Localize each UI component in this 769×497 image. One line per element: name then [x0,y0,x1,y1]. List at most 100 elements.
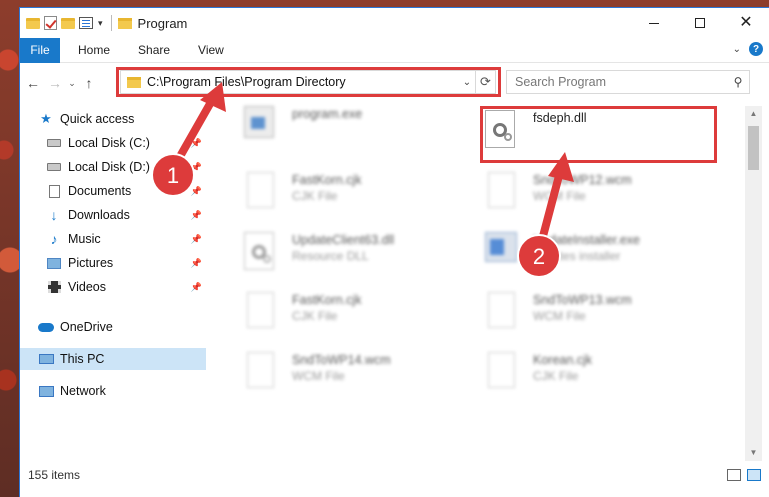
cloud-icon [38,322,54,332]
file-icon [247,352,274,388]
title-separator [110,15,112,31]
forward-button[interactable]: → [44,75,66,91]
pin-icon[interactable]: 📌 [191,234,202,245]
pin-icon[interactable]: 📌 [191,282,202,293]
close-button[interactable]: ✕ [723,8,769,38]
dll-icon [244,232,274,270]
exe-icon [244,106,274,138]
sidebar-item-music[interactable]: ♪ Music 📌 [46,228,206,250]
window-title: Program [137,15,188,31]
sidebar-item-label: Pictures [68,256,114,270]
address-path[interactable]: C:\Program Files\Program Directory [147,75,459,89]
file-name: FastKorn.cjk [292,293,362,307]
item-count: 155 items [28,468,81,482]
file-item[interactable]: UpdateInstaller.exe updates installer [485,232,725,282]
pin-icon[interactable]: 📌 [191,138,202,149]
file-name: SndToWP14.wcm [292,353,391,367]
sidebar-item-label: Quick access [60,112,135,126]
address-bar[interactable]: C:\Program Files\Program Directory ⌄ ⟳ [120,70,496,94]
pin-icon[interactable]: 📌 [191,186,202,197]
search-input[interactable]: Search Program [507,75,727,89]
search-icon[interactable]: ⚲ [727,75,749,89]
scroll-up-icon[interactable]: ▲ [745,106,762,122]
videos-icon [47,281,61,293]
tab-file[interactable]: File [20,37,60,63]
tab-share[interactable]: Share [124,38,184,63]
file-item[interactable]: UpdateClient63.dll Resource DLL [244,232,484,282]
minimize-button[interactable] [631,8,677,38]
details-view-icon[interactable] [727,469,741,481]
file-name: Korean.cjk [533,353,593,367]
navigation-pane: ★ Quick access Local Disk (C:) 📌 Local D… [20,106,208,461]
minimize-icon [649,22,659,24]
file-icon [488,292,515,328]
customize-toolbar-icon[interactable]: ▾ [98,18,103,29]
star-icon: ★ [40,111,52,126]
scroll-down-icon[interactable]: ▼ [745,445,762,461]
gear-small-icon [504,133,512,141]
help-icon[interactable]: ? [749,42,763,56]
sidebar-item-label: Network [60,384,106,398]
file-item[interactable]: FastKorn.cjk CJK File [244,172,484,222]
sidebar-item-pictures[interactable]: Pictures 📌 [46,252,206,274]
sidebar-item-downloads[interactable]: ↓ Downloads 📌 [46,204,206,226]
file-item[interactable]: SndToWP12.wcm WCM File [485,172,725,222]
file-name: UpdateClient63.dll [292,233,395,247]
file-name: SndToWP13.wcm [533,293,632,307]
file-item[interactable]: Korean.cjk CJK File [485,352,725,402]
scrollbar-thumb[interactable] [748,126,759,170]
file-name: FastKorn.cjk [292,173,362,187]
file-item[interactable]: SndToWP13.wcm WCM File [485,292,725,342]
sidebar-item-label: OneDrive [60,320,113,334]
vertical-scrollbar[interactable]: ▲ ▼ [745,106,762,461]
properties-icon[interactable] [79,17,93,29]
pin-icon[interactable]: 📌 [191,162,202,173]
dll-icon [485,110,515,148]
ribbon-tabs: File Home Share View ⌄ ? [20,37,769,63]
pin-icon[interactable]: 📌 [191,258,202,269]
computer-icon [38,354,54,364]
sidebar-item-videos[interactable]: Videos 📌 [46,276,206,298]
sidebar-item-local-disk-d[interactable]: Local Disk (D:) 📌 [46,156,206,178]
sidebar-item-label: This PC [60,352,105,366]
sidebar-item-documents[interactable]: Documents 📌 [46,180,206,202]
file-name: fsdeph.dll [533,111,587,125]
file-type: WCM File [292,369,345,383]
file-item[interactable]: program.exe [244,106,484,156]
status-bar: 155 items [20,463,769,487]
new-folder-icon[interactable] [61,17,75,29]
recent-locations-icon[interactable]: ⌄ [66,78,78,89]
file-type: CJK File [292,309,338,323]
sidebar-item-label: Downloads [68,208,130,222]
installer-icon [485,232,517,262]
file-icon [488,352,515,388]
disk-icon [47,139,61,147]
sidebar-item-this-pc[interactable]: This PC [20,348,206,370]
tab-view[interactable]: View [184,38,238,63]
large-icons-view-icon[interactable] [747,469,761,481]
file-type: WCM File [533,309,586,323]
sidebar-item-onedrive[interactable]: OneDrive [38,316,206,338]
properties-check-icon[interactable] [44,16,57,30]
search-box[interactable]: Search Program ⚲ [506,70,750,94]
sidebar-item-local-disk-c[interactable]: Local Disk (C:) 📌 [46,132,206,154]
back-button[interactable]: ← [22,75,44,91]
maximize-button[interactable] [677,8,723,38]
file-item[interactable]: FastKorn.cjk CJK File [244,292,484,342]
sidebar-item-quick-access[interactable]: ★ Quick access [38,108,206,130]
pin-icon[interactable]: 📌 [191,210,202,221]
file-type: Resource DLL [292,249,369,263]
tab-home[interactable]: Home [60,38,124,63]
expand-ribbon-icon[interactable]: ⌄ [733,44,741,55]
folder-icon[interactable] [26,17,40,29]
disk-icon [47,163,61,171]
sidebar-item-network[interactable]: Network [38,380,206,402]
address-dropdown-icon[interactable]: ⌄ [459,77,475,88]
navigation-bar: ← → ⌄ ↑ C:\Program Files\Program Directo… [20,67,769,97]
refresh-button[interactable]: ⟳ [475,71,495,93]
file-item-fsdeph[interactable]: fsdeph.dll [485,110,725,160]
up-button[interactable]: ↑ [78,75,100,91]
file-item[interactable]: SndToWP14.wcm WCM File [244,352,484,402]
file-icon [247,292,274,328]
maximize-icon [695,18,705,28]
